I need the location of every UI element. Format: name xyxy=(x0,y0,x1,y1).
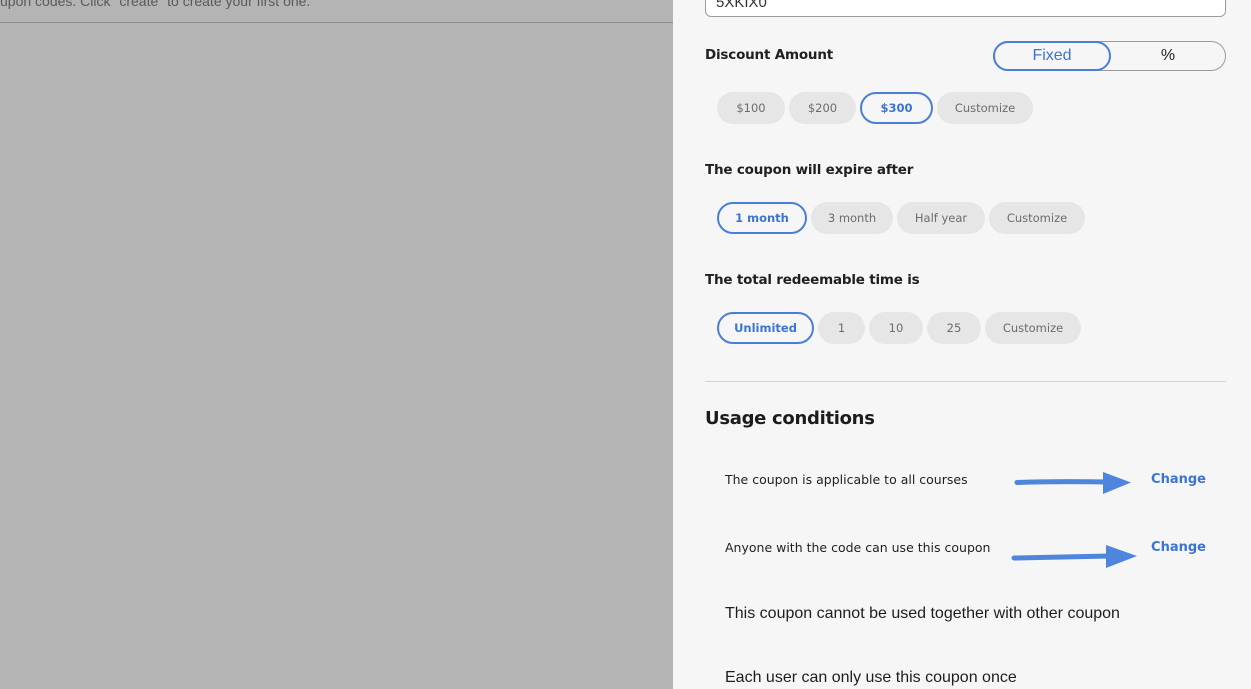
section-divider xyxy=(705,381,1226,382)
redeemable-option-customize[interactable]: Customize xyxy=(985,312,1081,344)
condition-once-per-user: Each user can only use this coupon once xyxy=(725,669,1017,686)
empty-state-hint: upon codes. Click "create" to create you… xyxy=(0,0,311,9)
discount-amount-options: $100 $200 $300 Customize xyxy=(717,92,1033,124)
redeemable-option-10[interactable]: 10 xyxy=(869,312,923,344)
discount-option-customize[interactable]: Customize xyxy=(937,92,1033,124)
redeemable-option-1[interactable]: 1 xyxy=(818,312,865,344)
redeemable-option-unlimited[interactable]: Unlimited xyxy=(717,312,814,344)
backdrop-divider xyxy=(0,22,673,23)
discount-amount-label: Discount Amount xyxy=(705,47,833,63)
usage-conditions-title: Usage conditions xyxy=(705,408,875,429)
discount-mode-fixed[interactable]: Fixed xyxy=(993,41,1111,71)
coupon-code-input[interactable] xyxy=(705,0,1226,17)
expiry-option-1-month[interactable]: 1 month xyxy=(717,202,807,234)
page-backdrop[interactable]: upon codes. Click "create" to create you… xyxy=(0,0,673,689)
discount-mode-toggle: Fixed % xyxy=(993,41,1226,71)
discount-option-200[interactable]: $200 xyxy=(789,92,856,124)
discount-option-100[interactable]: $100 xyxy=(717,92,785,124)
expiry-option-3-month[interactable]: 3 month xyxy=(811,202,893,234)
expiry-option-customize[interactable]: Customize xyxy=(989,202,1085,234)
condition-no-combination: This coupon cannot be used together with… xyxy=(725,605,1120,622)
condition-anyone-with-code: Anyone with the code can use this coupon xyxy=(725,540,991,555)
discount-mode-percent[interactable]: % xyxy=(1111,42,1225,70)
expiry-label: The coupon will expire after xyxy=(705,162,914,178)
redeemable-label: The total redeemable time is xyxy=(705,272,920,288)
change-applicable-courses-link[interactable]: Change xyxy=(1151,472,1206,487)
condition-applicable-courses: The coupon is applicable to all courses xyxy=(725,472,968,487)
expiry-option-half-year[interactable]: Half year xyxy=(897,202,985,234)
discount-option-300[interactable]: $300 xyxy=(860,92,933,124)
right-arrow-icon xyxy=(1014,472,1131,494)
expiry-options: 1 month 3 month Half year Customize xyxy=(717,202,1085,234)
redeemable-options: Unlimited 1 10 25 Customize xyxy=(717,312,1081,344)
right-arrow-icon xyxy=(1011,545,1137,568)
redeemable-option-25[interactable]: 25 xyxy=(927,312,981,344)
change-anyone-with-code-link[interactable]: Change xyxy=(1151,540,1206,555)
coupon-drawer: Discount Amount Fixed % $100 $200 $300 C… xyxy=(673,0,1251,689)
